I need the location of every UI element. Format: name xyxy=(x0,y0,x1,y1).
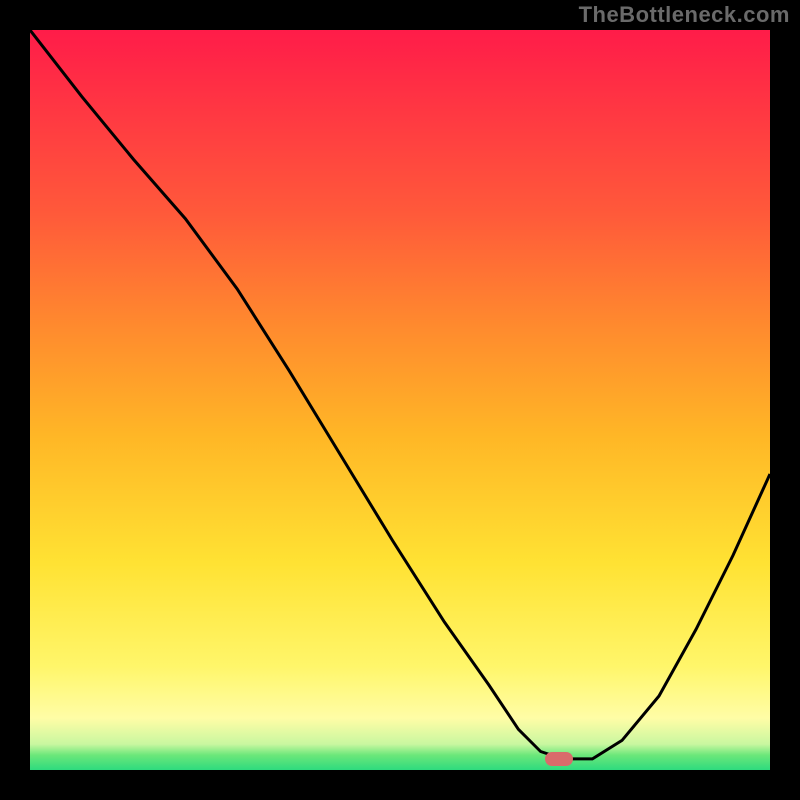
curve-path xyxy=(30,30,770,759)
bottleneck-curve xyxy=(30,30,770,770)
watermark-text: TheBottleneck.com xyxy=(579,2,790,28)
chart-frame: TheBottleneck.com xyxy=(0,0,800,800)
plot-area xyxy=(30,30,770,770)
minimum-marker xyxy=(545,752,573,766)
